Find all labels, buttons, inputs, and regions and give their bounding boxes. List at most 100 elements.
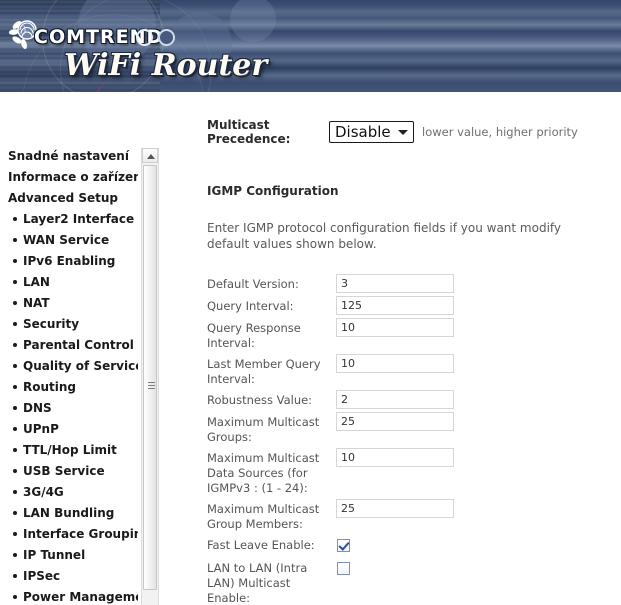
igmp-field-control [336,354,607,373]
sidebar-item-dns[interactable]: DNS [0,398,138,419]
igmp-field-label: Query Interval: [207,299,294,313]
bullet-icon [13,279,17,284]
igmp-field-checkbox[interactable] [337,562,350,575]
site-banner: COMTREND WiFi Router [0,0,621,92]
igmp-field-control [336,296,607,315]
sidebar-item-label: Power Management [23,590,138,604]
igmp-field-label: Maximum Multicast Data Sources (for IGMP… [207,451,320,495]
brand-dots-decor [136,29,180,46]
igmp-field-input[interactable] [336,499,454,518]
bullet-icon [13,447,17,452]
igmp-field-input[interactable] [336,274,454,293]
sidebar-item-informace-o-za-zen[interactable]: Informace o zařízení [0,167,138,188]
sidebar-item-ipv6-enabling[interactable]: IPv6 Enabling [0,251,138,272]
igmp-section-description: Enter IGMP protocol configuration fields… [207,221,562,251]
bullet-icon [13,363,17,368]
sidebar-item-label: Quality of Service [23,359,138,373]
sidebar-item-label: NAT [23,296,50,310]
igmp-field-row: Maximum Multicast Group Members: [207,499,607,532]
sidebar-item-upnp[interactable]: UPnP [0,419,138,440]
igmp-field-row: Robustness Value: [207,390,607,409]
sidebar-item-label: Routing [23,380,77,394]
bullet-icon [13,405,17,410]
sidebar-item-lan-bundling[interactable]: LAN Bundling [0,503,138,524]
main-content-panel: Multicast Precedence: Disable01234567 lo… [163,92,621,605]
igmp-field-label: Robustness Value: [207,393,313,407]
igmp-field-input[interactable] [336,354,454,373]
sidebar-item-label: Snadné nastavení [8,149,129,163]
sidebar-item-label: Layer2 Interface [23,212,135,226]
bullet-icon [13,468,17,473]
igmp-field-label: Maximum Multicast Groups: [207,415,320,444]
igmp-config-form: Default Version: Query Interval: Query Res… [207,274,607,605]
bullet-icon [13,594,17,599]
multicast-precedence-select[interactable]: Disable01234567 [329,121,414,143]
sidebar-item-routing[interactable]: Routing [0,377,138,398]
igmp-field-label: Last Member Query Interval: [207,357,321,386]
igmp-field-label: Query Response Interval: [207,321,301,350]
igmp-section-title: IGMP Configuration [207,184,339,198]
bullet-icon [13,552,17,557]
sidebar-nav: Snadné nastavení Informace o zařízení Adva… [0,140,138,605]
sidebar-scrollbar[interactable] [141,148,159,605]
sidebar-item-interface-grouping[interactable]: Interface Grouping [0,524,138,545]
igmp-field-input[interactable] [336,412,454,431]
sidebar-item-lan[interactable]: LAN [0,272,138,293]
sidebar-item-label: UPnP [23,422,59,436]
multicast-precedence-row: Multicast Precedence: Disable01234567 lo… [207,118,607,146]
sidebar-item-usb-service[interactable]: USB Service [0,461,138,482]
igmp-field-control [336,390,607,409]
sidebar-item-snadn-nastaven[interactable]: Snadné nastavení [0,146,138,167]
scroll-up-arrow-icon[interactable] [142,148,158,163]
sidebar-item-3g-4g[interactable]: 3G/4G [0,482,138,503]
igmp-field-row: Query Response Interval: [207,318,607,351]
multicast-precedence-select-wrap[interactable]: Disable01234567 [329,121,414,143]
igmp-field-control [336,274,607,293]
sidebar-item-label: LAN [23,275,50,289]
sidebar-item-label: Interface Grouping [23,527,138,541]
igmp-field-input[interactable] [336,448,454,467]
bullet-icon [13,426,17,431]
sidebar-item-parental-control[interactable]: Parental Control [0,335,138,356]
igmp-field-row: Maximum Multicast Data Sources (for IGMP… [207,448,607,496]
sidebar-item-security[interactable]: Security [0,314,138,335]
sidebar-item-label: Advanced Setup [8,191,119,205]
sidebar-item-label: IP Tunnel [23,548,86,562]
sidebar-item-wan-service[interactable]: WAN Service [0,230,138,251]
sidebar-item-ip-tunnel[interactable]: IP Tunnel [0,545,138,566]
sidebar-item-quality-of-service[interactable]: Quality of Service [0,356,138,377]
sidebar-item-label: LAN Bundling [23,506,115,520]
bullet-icon [13,258,17,263]
igmp-field-input[interactable] [336,318,454,337]
bullet-icon [13,342,17,347]
igmp-field-input[interactable] [336,390,454,409]
igmp-field-label: Maximum Multicast Group Members: [207,502,320,531]
bullet-icon [13,300,17,305]
sidebar-item-layer2-interface[interactable]: Layer2 Interface [0,209,138,230]
bullet-icon [13,237,17,242]
sidebar-item-label: 3G/4G [23,485,64,499]
igmp-field-label: Fast Leave Enable: [207,538,315,552]
product-title: WiFi Router [64,48,268,83]
igmp-field-input[interactable] [336,296,454,315]
sidebar-item-label: Parental Control [23,338,134,352]
bullet-icon [13,321,17,326]
igmp-field-label: Default Version: [207,277,299,291]
sidebar-item-advanced-setup[interactable]: Advanced Setup [0,188,138,209]
igmp-field-row: Last Member Query Interval: [207,354,607,387]
igmp-field-checkbox[interactable] [337,539,350,552]
igmp-field-control [336,558,607,578]
sidebar-item-label: Informace o zařízení [8,170,138,184]
sidebar-item-label: WAN Service [23,233,110,247]
scrollbar-thumb[interactable] [143,165,157,590]
sidebar-item-label: Security [23,317,80,331]
sidebar-item-nat[interactable]: NAT [0,293,138,314]
igmp-field-row: LAN to LAN (Intra LAN) Multicast Enable: [207,558,607,605]
sidebar-item-power-management[interactable]: Power Management [0,587,138,605]
sidebar-item-label: USB Service [23,464,105,478]
sidebar-item-ttl-hop-limit[interactable]: TTL/Hop Limit [0,440,138,461]
igmp-field-control [336,499,607,518]
sidebar-item-ipsec[interactable]: IPSec [0,566,138,587]
bullet-icon [13,531,17,536]
igmp-field-row: Default Version: [207,274,607,293]
